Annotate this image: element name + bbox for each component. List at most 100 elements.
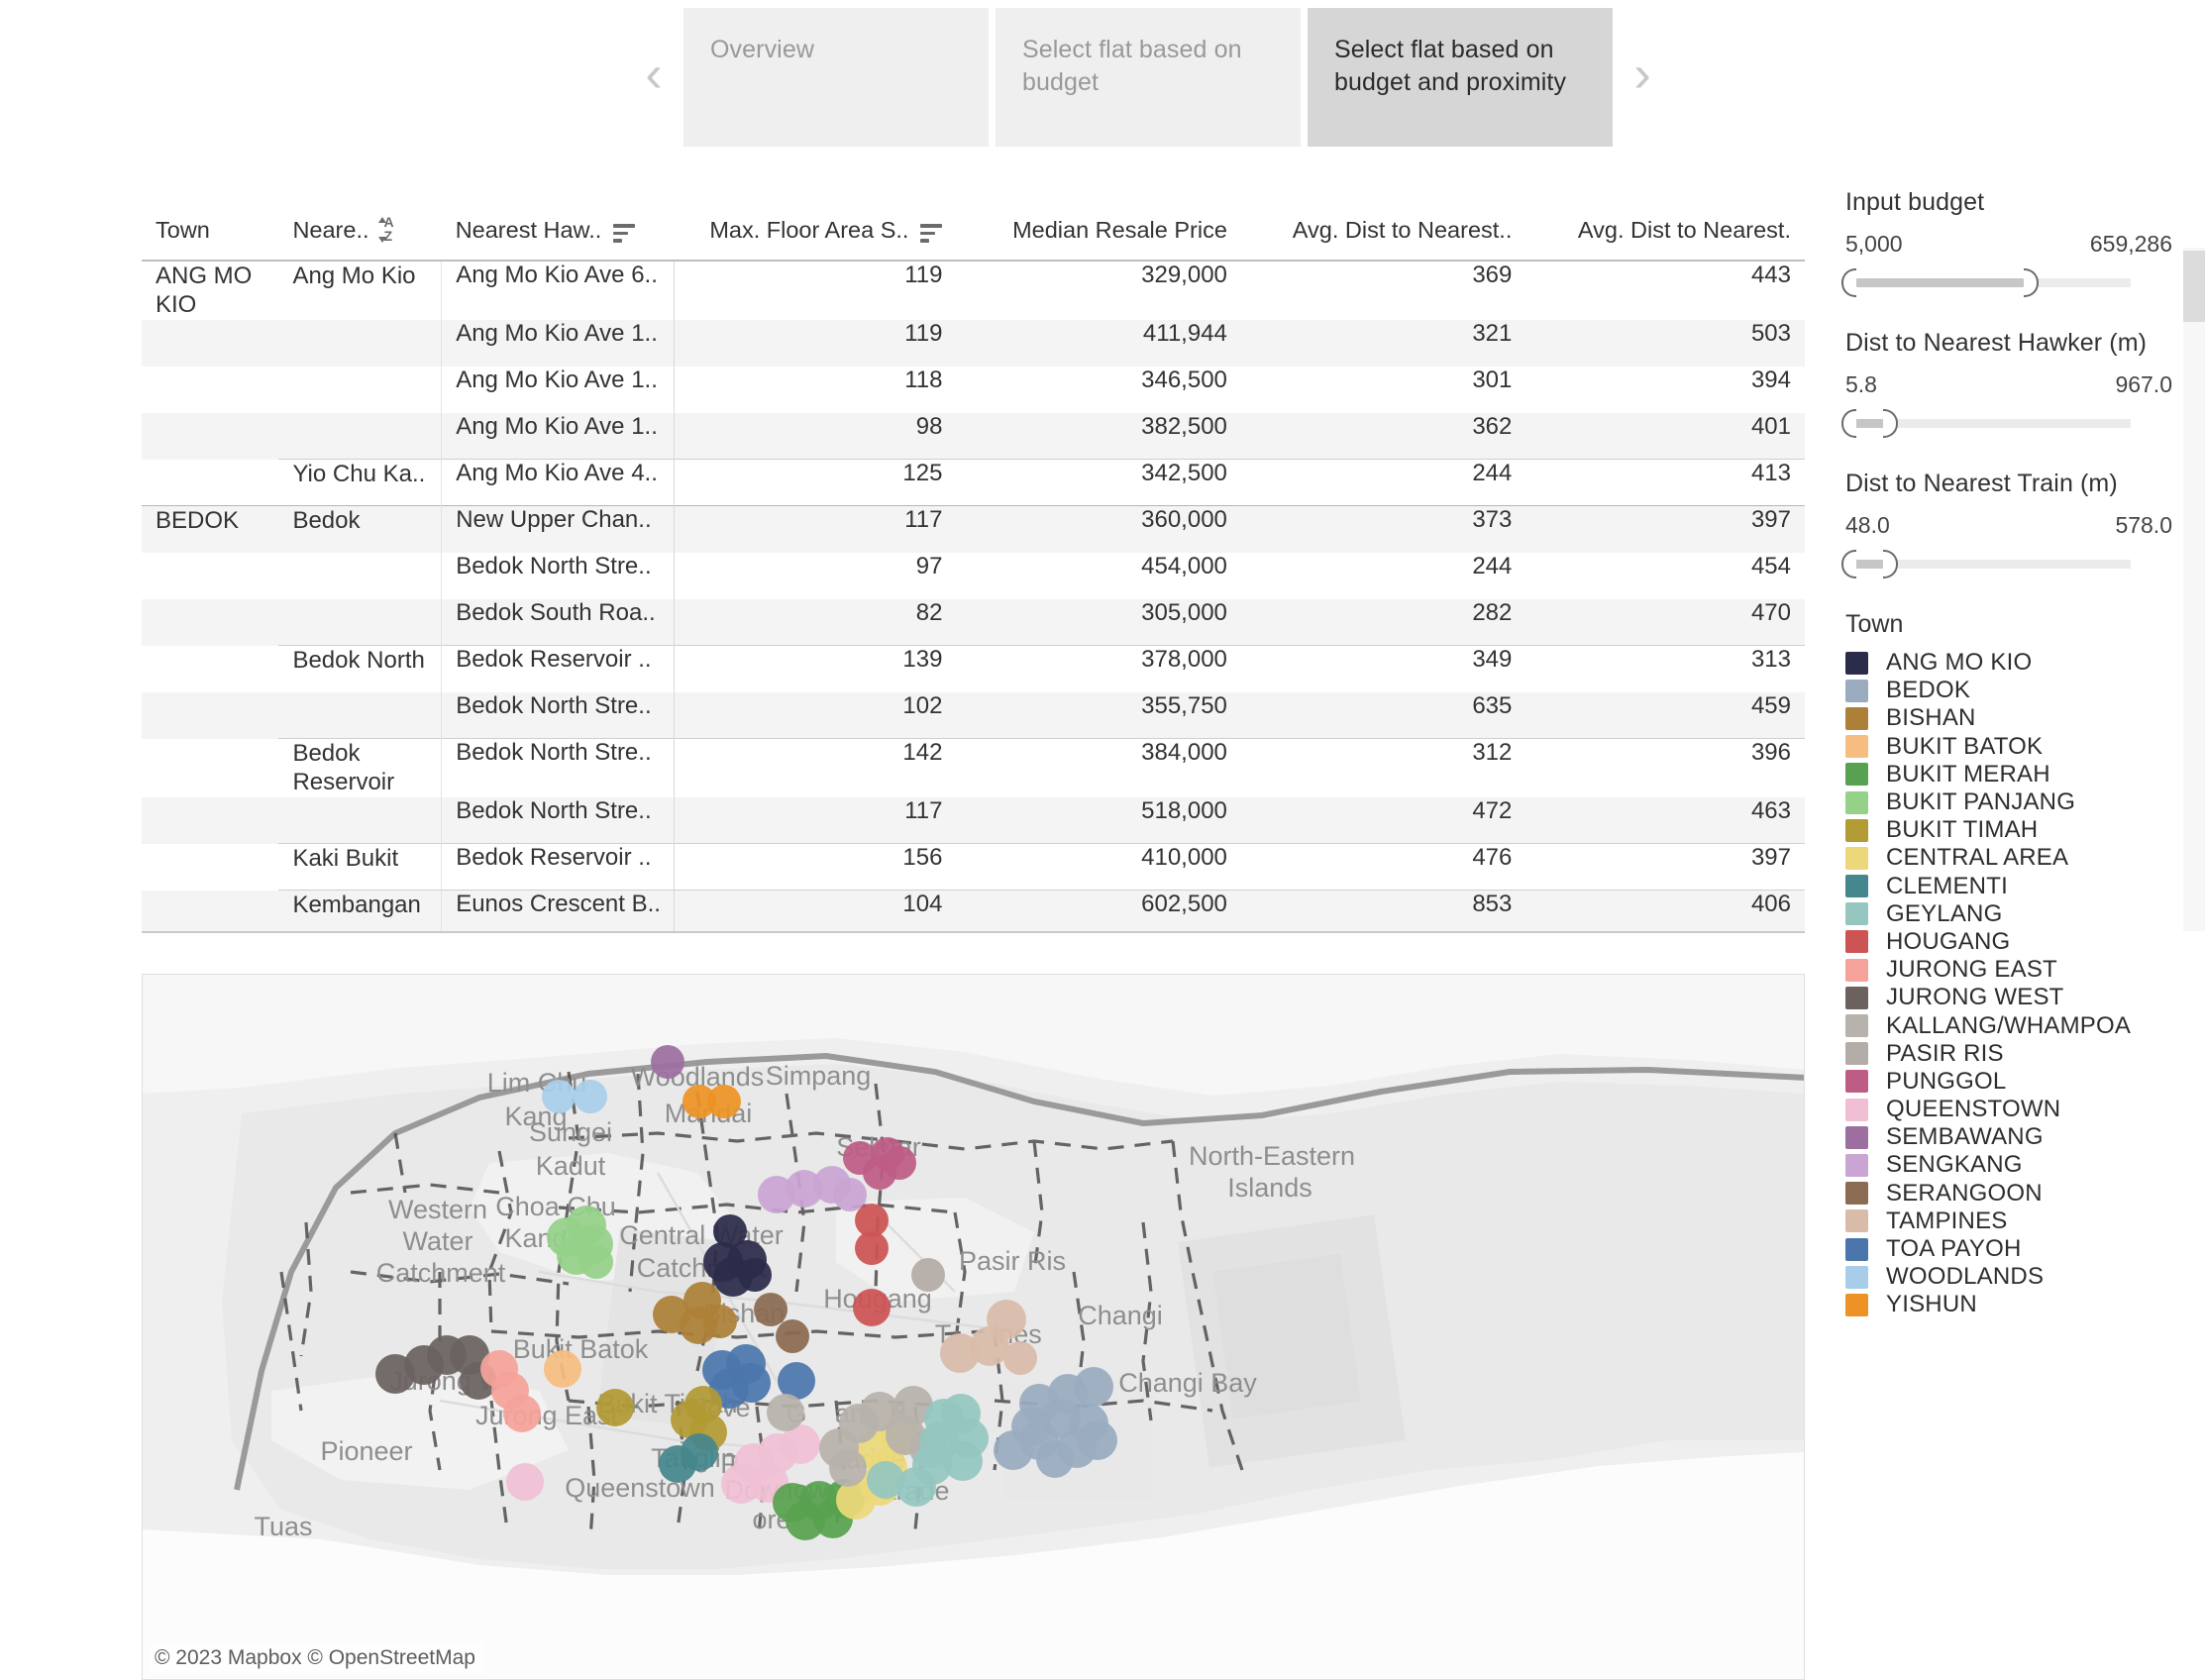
map-flat-marker[interactable]	[574, 1080, 607, 1113]
legend-item[interactable]: WOODLANDS	[1845, 1263, 2172, 1291]
map-flat-marker[interactable]	[829, 1449, 867, 1487]
map-flat-marker[interactable]	[943, 1441, 983, 1481]
cell-median-resale-price: 384,000	[956, 738, 1241, 797]
slider-handle-high[interactable]	[1883, 409, 1899, 438]
column-header-max-floor-area[interactable]: Max. Floor Area S..	[674, 216, 957, 262]
map-flat-marker[interactable]	[542, 1080, 576, 1113]
flats-data-table[interactable]: Town Neare.. Nearest Haw.. Ma	[142, 216, 1805, 931]
legend-item[interactable]: PUNGGOL	[1845, 1068, 2172, 1096]
legend-color-swatch	[1845, 875, 1868, 898]
table-row[interactable]: ANG MO KIO Ang Mo Kio Ang Mo Kio Ave 6.. 11…	[142, 260, 1805, 320]
map-flat-marker[interactable]	[776, 1319, 809, 1353]
legend-item[interactable]: KALLANG/WHAMPOA	[1845, 1011, 2172, 1039]
map-flat-marker[interactable]	[681, 1433, 718, 1471]
table-scrollbar-thumb[interactable]	[2183, 251, 2205, 322]
legend-item[interactable]: YISHUN	[1845, 1291, 2172, 1318]
table-row[interactable]: Ang Mo Kio Ave 1.. 98 382,500 362 401	[142, 412, 1805, 460]
singapore-map[interactable]: Lim ChuKangWoodlandsSimpangSungeiKadutMa…	[142, 974, 1805, 1680]
map-flat-marker[interactable]	[596, 1389, 634, 1426]
sort-descending-icon[interactable]	[920, 224, 943, 244]
map-flat-marker[interactable]	[579, 1245, 613, 1279]
slider-handle-low[interactable]	[1840, 268, 1856, 297]
table-row[interactable]: Bedok North Bedok Reservoir .. 139 378,000 3…	[142, 645, 1805, 692]
story-next-arrow-icon[interactable]: ›	[1613, 0, 1672, 149]
map-flat-marker[interactable]	[767, 1394, 804, 1431]
column-header-nearest-mrt[interactable]: Neare..	[278, 216, 442, 262]
legend-item[interactable]: TAMPINES	[1845, 1208, 2172, 1235]
map-flat-marker[interactable]	[544, 1350, 581, 1388]
map-flat-marker[interactable]	[1036, 1440, 1074, 1478]
legend-item[interactable]: BUKIT TIMAH	[1845, 816, 2172, 844]
table-row[interactable]: BEDOK Bedok New Upper Chan.. 117 360,000 373 3…	[142, 505, 1805, 553]
slider-handle-low[interactable]	[1840, 550, 1856, 578]
table-row[interactable]: Kembangan Eunos Crescent B.. 104 602,500 853…	[142, 890, 1805, 931]
table-row[interactable]: Bedok Reservoir Bedok North Stre.. 142 384,…	[142, 738, 1805, 797]
column-header-avg-dist-nearest-1[interactable]: Avg. Dist to Nearest..	[1240, 216, 1526, 262]
legend-item[interactable]: SERANGOON	[1845, 1180, 2172, 1208]
legend-item[interactable]: ANG MO KIO	[1845, 649, 2172, 677]
sort-az-icon[interactable]	[377, 216, 399, 244]
column-header-median-resale-price[interactable]: Median Resale Price	[956, 216, 1241, 262]
legend-item[interactable]: BEDOK	[1845, 677, 2172, 704]
table-row[interactable]: Bedok North Stre.. 97 454,000 244 454	[142, 552, 1805, 599]
cell-nearest-mrt	[278, 412, 442, 460]
slider-budget[interactable]	[1840, 265, 2133, 299]
map-flat-marker[interactable]	[1003, 1341, 1037, 1375]
cell-town	[142, 844, 278, 891]
table-row[interactable]: Bedok North Stre.. 102 355,750 635 459	[142, 691, 1805, 739]
legend-item[interactable]: JURONG EAST	[1845, 956, 2172, 984]
legend-item[interactable]: SEMBAWANG	[1845, 1123, 2172, 1151]
legend-item[interactable]: BUKIT BATOK	[1845, 733, 2172, 761]
map-flat-marker[interactable]	[506, 1463, 544, 1501]
map-flat-marker[interactable]	[651, 1045, 684, 1079]
slider-handle-high[interactable]	[2024, 268, 2040, 297]
slider-hawker-distance[interactable]	[1840, 406, 2133, 440]
map-flat-marker[interactable]	[883, 1146, 916, 1180]
legend-item[interactable]: BUKIT MERAH	[1845, 761, 2172, 788]
slider-handle-high[interactable]	[1883, 550, 1899, 578]
map-flat-marker[interactable]	[738, 1258, 772, 1292]
map-flat-marker[interactable]	[1078, 1420, 1117, 1460]
slider-handle-low[interactable]	[1840, 409, 1856, 438]
map-flat-marker[interactable]	[853, 1289, 891, 1326]
legend-item[interactable]: CENTRAL AREA	[1845, 844, 2172, 872]
table-row[interactable]: Ang Mo Kio Ave 1.. 118 346,500 301 394	[142, 366, 1805, 413]
table-row[interactable]: Yio Chu Ka.. Ang Mo Kio Ave 4.. 125 342,500…	[142, 459, 1805, 506]
table-row[interactable]: Kaki Bukit Bedok Reservoir .. 156 410,000 47…	[142, 843, 1805, 891]
legend-item[interactable]: SENGKANG	[1845, 1151, 2172, 1179]
map-flat-marker[interactable]	[911, 1258, 945, 1292]
story-prev-arrow-icon[interactable]: ‹	[624, 0, 683, 149]
column-header-avg-dist-nearest-2[interactable]: Avg. Dist to Nearest.	[1525, 216, 1805, 262]
column-header-town[interactable]: Town	[142, 216, 279, 262]
legend-item[interactable]: HOUGANG	[1845, 928, 2172, 956]
map-flat-marker[interactable]	[703, 1305, 737, 1338]
legend-item[interactable]: PASIR RIS	[1845, 1040, 2172, 1068]
story-tab-select-flat-budget[interactable]: Select flat based on budget	[996, 8, 1301, 147]
legend-item[interactable]: BISHAN	[1845, 704, 2172, 732]
cell-avg-dist-2: 503	[1525, 319, 1805, 367]
sort-descending-icon[interactable]	[613, 224, 636, 244]
map-flat-marker[interactable]	[940, 1333, 980, 1373]
map-flat-marker[interactable]	[707, 1085, 741, 1118]
table-bottom-divider	[142, 931, 1805, 933]
story-tab-overview[interactable]: Overview	[683, 8, 989, 147]
story-tab-select-flat-budget-proximity[interactable]: Select flat based on budget and proximit…	[1308, 8, 1613, 147]
map-flat-marker[interactable]	[1074, 1367, 1113, 1407]
slider-train-distance[interactable]	[1840, 547, 2133, 580]
map-flat-marker[interactable]	[731, 1363, 771, 1403]
table-vertical-scrollbar[interactable]	[2183, 248, 2205, 931]
legend-item[interactable]: CLEMENTI	[1845, 873, 2172, 900]
map-flat-marker[interactable]	[503, 1395, 541, 1432]
legend-item[interactable]: QUEENSTOWN	[1845, 1096, 2172, 1123]
town-legend[interactable]: ANG MO KIO BEDOK BISHAN BUKIT BATOK BUKIT ME…	[1845, 649, 2172, 1319]
legend-item[interactable]: JURONG WEST	[1845, 984, 2172, 1011]
map-flat-marker[interactable]	[855, 1231, 889, 1265]
table-row[interactable]: Ang Mo Kio Ave 1.. 119 411,944 321 503	[142, 319, 1805, 367]
table-row[interactable]: Bedok North Stre.. 117 518,000 472 463	[142, 796, 1805, 844]
legend-item[interactable]: BUKIT PANJANG	[1845, 788, 2172, 816]
column-header-nearest-hawker[interactable]: Nearest Haw..	[441, 216, 675, 262]
map-flat-marker[interactable]	[867, 1461, 904, 1499]
legend-item[interactable]: GEYLANG	[1845, 900, 2172, 928]
legend-item[interactable]: TOA PAYOH	[1845, 1235, 2172, 1263]
table-row[interactable]: Bedok South Roa.. 82 305,000 282 470	[142, 598, 1805, 646]
